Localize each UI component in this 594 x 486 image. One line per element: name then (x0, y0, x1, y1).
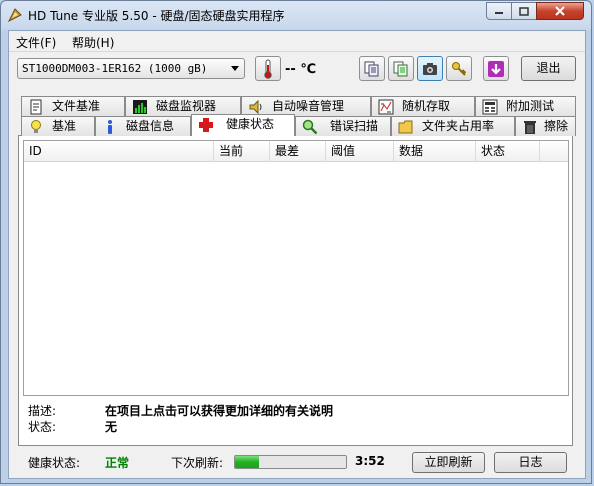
benchmark-bulb-icon (31, 120, 41, 133)
maximize-button[interactable] (511, 2, 537, 20)
table-header: ID 当前 最差 阈值 数据 状态 (24, 141, 568, 162)
description-label: 描述: (28, 404, 57, 418)
window-title: HD Tune 专业版 5.50 - 硬盘/固态硬盘实用程序 (28, 9, 285, 23)
tab-label: 健康状态 (226, 117, 275, 131)
tabs-top-row: 文件基准 磁盘监视器 自动噪音管理 随机存取 附加测试 (21, 96, 576, 116)
download-icon (488, 60, 504, 77)
status-label: 状态: (28, 420, 57, 434)
chevron-down-icon (231, 66, 239, 71)
tab-label: 文件基准 (52, 99, 101, 113)
refresh-countdown: 3:52 (355, 454, 385, 468)
tab-label: 擦除 (544, 119, 569, 133)
magnifier-icon (302, 119, 318, 135)
app-window: HD Tune 专业版 5.50 - 硬盘/固态硬盘实用程序 文件(F) 帮助(… (0, 0, 592, 484)
info-icon (108, 120, 112, 134)
health-status-label: 健康状态: (28, 456, 81, 470)
tab-label: 文件夹占用率 (422, 119, 495, 133)
random-access-icon (378, 99, 394, 115)
close-icon (555, 6, 565, 16)
tab-label: 基准 (52, 119, 77, 133)
key-icon (452, 61, 467, 76)
tab-label: 磁盘信息 (126, 119, 175, 133)
tab-noise-management[interactable]: 自动噪音管理 (241, 96, 371, 116)
tab-folder-usage[interactable]: 文件夹占用率 (391, 116, 515, 136)
col-status[interactable]: 状态 (476, 141, 540, 161)
save-button[interactable] (483, 56, 509, 81)
tabs-bottom-row: 基准 磁盘信息 健康状态 错误扫描 文件夹占用率 擦除 (21, 114, 576, 136)
health-cross-icon (199, 118, 213, 132)
copy-text-button[interactable] (359, 56, 385, 81)
maximize-icon (519, 6, 529, 16)
tab-erase[interactable]: 擦除 (515, 116, 576, 136)
health-panel: ID 当前 最差 阈值 数据 状态 (18, 135, 573, 446)
status-value: 无 (105, 420, 118, 434)
camera-icon (423, 62, 437, 75)
close-button[interactable] (536, 2, 584, 20)
refresh-progress-bar (234, 455, 347, 469)
tab-file-benchmark[interactable]: 文件基准 (21, 96, 125, 116)
copy-all-button[interactable] (388, 56, 414, 81)
folder-icon (398, 120, 413, 134)
speaker-icon (249, 99, 262, 115)
tab-benchmark[interactable]: 基准 (21, 116, 95, 136)
app-logo-icon (7, 8, 22, 23)
refresh-progress-fill (235, 456, 260, 468)
col-id[interactable]: ID (24, 141, 214, 161)
file-benchmark-icon (30, 99, 42, 115)
copy-green-icon (393, 61, 408, 76)
thermometer-icon (264, 59, 272, 79)
next-refresh-label: 下次刷新: (171, 456, 224, 470)
col-data[interactable]: 数据 (394, 141, 476, 161)
menu-file[interactable]: 文件(F) (16, 34, 56, 51)
title-bar[interactable]: HD Tune 专业版 5.50 - 硬盘/固态硬盘实用程序 (1, 1, 591, 29)
disk-monitor-icon (133, 100, 147, 114)
description-value: 在项目上点击可以获得更加详细的有关说明 (105, 404, 334, 418)
menu-bar: 文件(F) 帮助(H) (9, 31, 585, 51)
exit-button[interactable]: 退出 (521, 56, 576, 81)
extra-tests-icon (482, 99, 498, 115)
tab-disk-monitor[interactable]: 磁盘监视器 (125, 96, 241, 116)
drive-select-value: ST1000DM003-1ER162 (1000 gB) (22, 62, 208, 75)
col-threshold[interactable]: 阈值 (326, 141, 394, 161)
copy-icon (364, 61, 379, 76)
toolbar: ST1000DM003-1ER162 (1000 gB) -- ℃ 退出 (9, 53, 585, 87)
temperature-button[interactable] (255, 56, 281, 81)
health-status-value: 正常 (105, 456, 130, 470)
temperature-readout: -- ℃ (285, 62, 317, 77)
tab-label: 错误扫描 (330, 119, 379, 133)
tab-disk-info[interactable]: 磁盘信息 (95, 116, 191, 136)
tab-label: 附加测试 (506, 99, 555, 113)
col-current[interactable]: 当前 (214, 141, 270, 161)
screenshot-button[interactable] (417, 56, 443, 81)
options-button[interactable] (446, 56, 472, 81)
tab-random-access[interactable]: 随机存取 (371, 96, 475, 116)
tab-extra-tests[interactable]: 附加测试 (475, 96, 576, 116)
tab-health[interactable]: 健康状态 (191, 114, 295, 136)
drive-select[interactable]: ST1000DM003-1ER162 (1000 gB) (17, 58, 245, 79)
tab-label: 随机存取 (402, 99, 451, 113)
refresh-now-button[interactable]: 立即刷新 (412, 452, 485, 473)
smart-table[interactable]: ID 当前 最差 阈值 数据 状态 (23, 140, 569, 396)
log-button[interactable]: 日志 (494, 452, 567, 473)
menu-separator (9, 51, 585, 52)
minimize-button[interactable] (486, 2, 512, 20)
menu-help[interactable]: 帮助(H) (72, 34, 114, 51)
trash-icon (524, 121, 536, 134)
tab-error-scan[interactable]: 错误扫描 (295, 116, 391, 136)
minimize-icon (495, 12, 503, 14)
col-worst[interactable]: 最差 (270, 141, 326, 161)
